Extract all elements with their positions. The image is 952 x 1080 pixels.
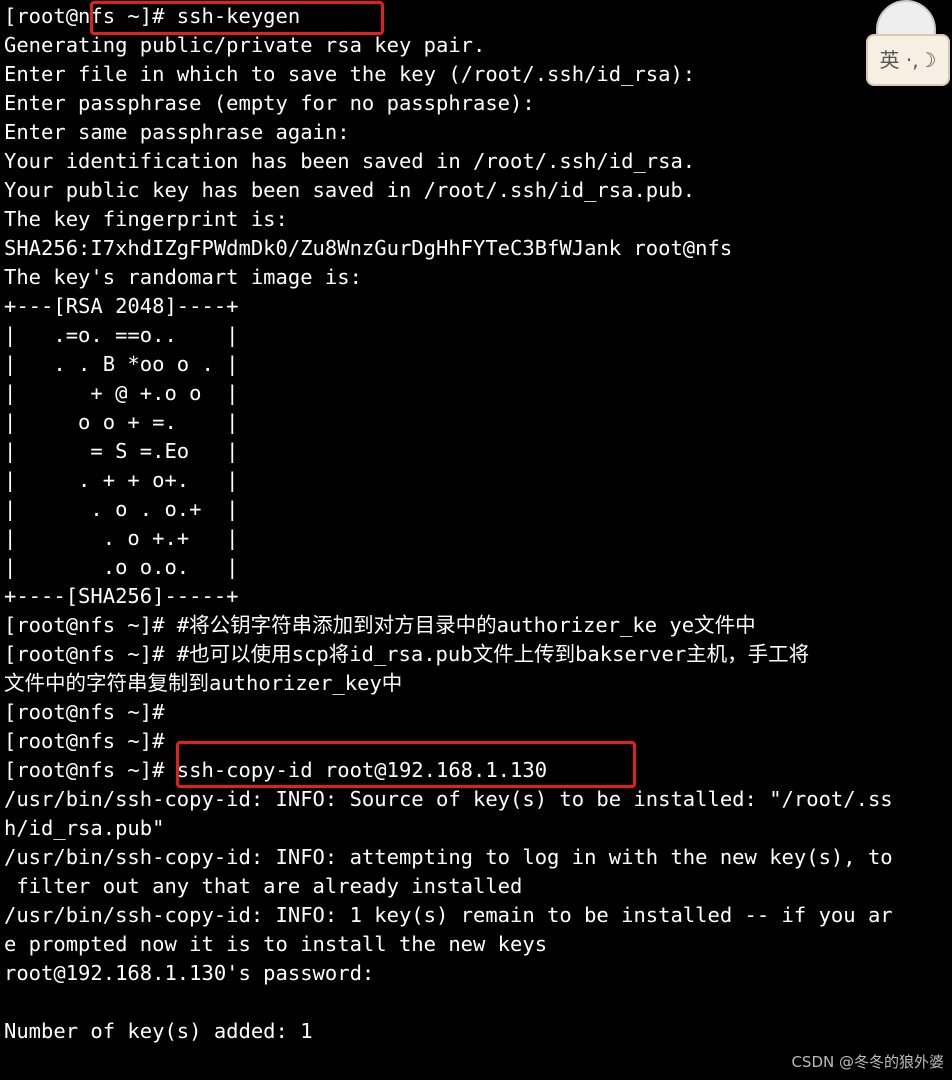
randomart-line: | .o o.o. | (4, 555, 239, 579)
ssh-keygen-highlight (90, 1, 384, 35)
terminal-line: filter out any that are already installe… (4, 874, 523, 898)
terminal-line: [root@nfs ~]# #将公钥字符串添加到对方目录中的authorizer… (4, 613, 756, 637)
terminal-line: /usr/bin/ssh-copy-id: INFO: Source of ke… (4, 787, 893, 811)
terminal-line: [root@nfs ~]# (4, 700, 165, 724)
terminal-line: Enter file in which to save the key (/ro… (4, 62, 696, 86)
randomart-line: +----[SHA256]-----+ (4, 584, 239, 608)
randomart-line: | . + + o+. | (4, 468, 239, 492)
randomart-line: | . . B *oo o . | (4, 352, 239, 376)
terminal-line: Enter same passphrase again: (4, 120, 350, 144)
terminal-line: Number of key(s) added: 1 (4, 1019, 313, 1043)
terminal-line: h/id_rsa.pub" (4, 816, 165, 840)
randomart-line: | o o + =. | (4, 410, 239, 434)
terminal-line: Enter passphrase (empty for no passphras… (4, 91, 535, 115)
randomart-line: | . o +.+ | (4, 526, 239, 550)
ssh-copy-id-highlight (176, 741, 636, 788)
terminal-line: [root@nfs ~]# #也可以使用scp将id_rsa.pub文件上传到b… (4, 642, 810, 666)
terminal-line: The key's randomart image is: (4, 265, 362, 289)
randomart-line: | .=o. ==o.. | (4, 323, 239, 347)
terminal-line: Your identification has been saved in /r… (4, 149, 696, 173)
terminal-line: /usr/bin/ssh-copy-id: INFO: 1 key(s) rem… (4, 903, 893, 927)
terminal-line: Your public key has been saved in /root/… (4, 178, 696, 202)
terminal-line: The key fingerprint is: (4, 207, 288, 231)
terminal-line: 文件中的字符串复制到authorizer_key中 (4, 671, 403, 695)
terminal-line: /usr/bin/ssh-copy-id: INFO: attempting t… (4, 845, 893, 869)
randomart-line: | + @ +.o o | (4, 381, 239, 405)
terminal-line: root@192.168.1.130's password: (4, 961, 375, 985)
terminal-line: SHA256:I7xhdIZgFPWdmDk0/Zu8WnzGurDgHhFYT… (4, 236, 733, 260)
terminal-output[interactable]: [root@nfs ~]# ssh-keygen Generating publ… (4, 2, 948, 1046)
randomart-line: +---[RSA 2048]----+ (4, 294, 239, 318)
terminal-line: Generating public/private rsa key pair. (4, 33, 486, 57)
ime-language-label: 英 ·,☽ (866, 34, 950, 86)
randomart-line: | = S =.Eo | (4, 439, 239, 463)
ime-indicator[interactable]: 英 ·,☽ (860, 0, 952, 100)
watermark: CSDN @冬冬的狼外婆 (791, 1053, 944, 1071)
terminal-line: e prompted now it is to install the new … (4, 932, 548, 956)
randomart-line: | . o . o.+ | (4, 497, 239, 521)
